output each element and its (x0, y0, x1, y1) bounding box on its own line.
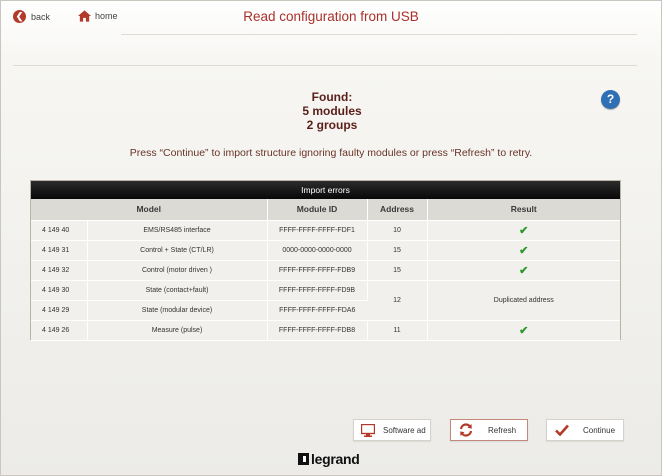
column-header-model: Model (31, 199, 268, 221)
product-ref: 4 149 26 (31, 320, 88, 341)
home-icon (78, 10, 91, 22)
module-id-cell: FFFF-FFFF-FFFF-FDB9 (267, 260, 368, 281)
module-id-cell: FFFF-FFFF-FFFF-FDB8 (267, 320, 368, 341)
table-row: 4 149 31 Control + State (CT/LR) 0000-00… (31, 240, 620, 261)
continue-label: Continue (583, 425, 616, 435)
table-row: 4 149 32 Control (motor driven ) FFFF-FF… (31, 260, 620, 281)
module-id-cell: FFFF-FFFF-FFFF-FDA6 (267, 300, 367, 321)
app-window: ❮ back home Read configuration from USB … (0, 0, 662, 476)
back-arrow-icon: ❮ (13, 10, 26, 23)
product-ref: 4 149 32 (31, 260, 88, 281)
product-ref: 4 149 29 (31, 300, 88, 321)
module-id-cell: FFFF-FFFF-FFFF-FDF1 (267, 220, 368, 241)
column-header-result: Result (427, 199, 620, 221)
model-cell: State (modular device) (87, 300, 268, 321)
back-label: back (31, 11, 51, 22)
table-title: Import errors (31, 181, 620, 199)
result-cell: Duplicated address (427, 280, 620, 321)
model-cell: State (contact+fault) (87, 280, 268, 301)
model-cell: Control + State (CT/LR) (87, 240, 268, 261)
address-cell: 11 (367, 320, 428, 341)
top-bar: ❮ back home Read configuration from USB (1, 1, 662, 34)
instructions-text: Press “Continue” to import structure ign… (129, 147, 533, 159)
model-cell: EMS/RS485 interface (87, 220, 268, 241)
found-label: Found: (311, 90, 353, 104)
result-cell: ✔ (427, 240, 620, 261)
result-cell: ✔ (427, 220, 620, 241)
legrand-logo-mark-icon (298, 453, 309, 465)
model-cell: Measure (pulse) (87, 320, 268, 341)
address-cell: 10 (367, 220, 428, 241)
logo-text: legrand (311, 451, 360, 467)
product-ref: 4 149 40 (31, 220, 88, 241)
address-cell: 15 (367, 260, 428, 281)
groups-count: 2 groups (306, 118, 358, 132)
home-button[interactable]: home (78, 10, 118, 22)
table-row: 4 149 30 State (contact+fault) FFFF-FFFF… (31, 280, 620, 321)
software-update-label: Software ad (383, 425, 426, 435)
page-title: Read configuration from USB (243, 9, 419, 24)
column-header-module-id: Module ID (267, 199, 368, 221)
check-icon: ✔ (519, 264, 529, 277)
legrand-logo: legrand (298, 451, 360, 467)
check-icon: ✔ (519, 224, 529, 237)
continue-button[interactable]: Continue (546, 419, 624, 441)
address-cell: 15 (367, 240, 428, 261)
help-icon[interactable]: ? (601, 90, 620, 109)
model-cell: Control (motor driven ) (87, 260, 268, 281)
column-header-address: Address (367, 199, 428, 221)
software-update-button[interactable]: Software ad (353, 419, 431, 441)
module-id-cell: FFFF-FFFF-FFFF-FD9B (267, 280, 368, 301)
monitor-icon (361, 423, 375, 437)
refresh-icon (459, 423, 473, 437)
home-label: home (95, 11, 118, 21)
import-errors-table: Import errors Model Module ID Address Re… (30, 180, 621, 341)
product-ref: 4 149 30 (31, 280, 88, 301)
module-id-cell: 0000-0000-0000-0000 (267, 240, 368, 261)
found-summary: Found: 5 modules 2 groups (232, 90, 432, 132)
table-row: 4 149 40 EMS/RS485 interface FFFF-FFFF-F… (31, 220, 620, 241)
table-row: 4 149 26 Measure (pulse) FFFF-FFFF-FFFF-… (31, 320, 620, 341)
address-cell: 12 (367, 280, 428, 321)
checkmark-icon (555, 424, 569, 436)
check-icon: ✔ (519, 244, 529, 257)
divider (121, 34, 637, 35)
divider (13, 65, 637, 66)
check-icon: ✔ (519, 324, 529, 337)
product-ref: 4 149 31 (31, 240, 88, 261)
result-cell: ✔ (427, 260, 620, 281)
back-button[interactable]: ❮ back (13, 10, 50, 23)
refresh-label: Refresh (488, 425, 517, 435)
refresh-button[interactable]: Refresh (450, 419, 528, 441)
result-cell: ✔ (427, 320, 620, 341)
modules-count: 5 modules (302, 104, 362, 118)
